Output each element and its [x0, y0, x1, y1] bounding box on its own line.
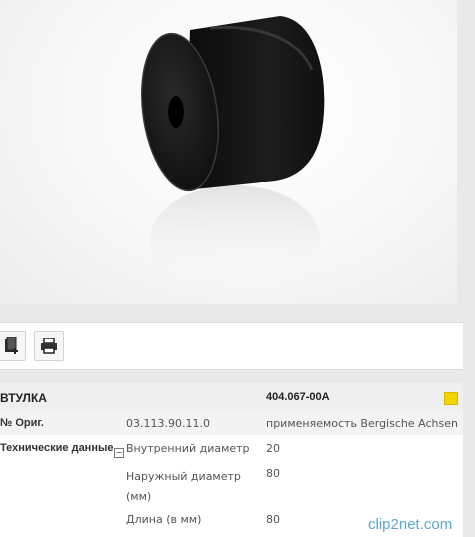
- rubber-bushing-image: [140, 16, 325, 295]
- product-code: 404.067-00A: [266, 391, 330, 403]
- print-button[interactable]: [34, 331, 64, 361]
- flag-icon[interactable]: [444, 392, 458, 405]
- orig-number-row: № Ориг. 03.113.90.11.0 применяемость Ber…: [0, 411, 463, 435]
- product-image: [0, 0, 457, 304]
- applicability-text: применяемость Bergische Achsen: [266, 417, 458, 430]
- product-header: ВТУЛКА 404.067-00A: [0, 383, 463, 411]
- orig-number-label: № Ориг.: [0, 417, 44, 429]
- printer-icon: [41, 338, 57, 354]
- spec-name: Наружный диаметр (мм): [126, 470, 241, 503]
- spec-name: Внутренний диаметр: [126, 442, 250, 455]
- clip2net-watermark: clip2net.com: [368, 516, 453, 533]
- orig-number-value: 03.113.90.11.0: [126, 417, 210, 430]
- product-toolbar: [0, 322, 463, 370]
- product-name: ВТУЛКА: [0, 391, 47, 405]
- add-to-notepad-button[interactable]: [0, 331, 26, 361]
- spec-value: 80: [266, 467, 280, 480]
- product-details: ВТУЛКА 404.067-00A № Ориг. 03.113.90.11.…: [0, 383, 463, 537]
- add-to-notepad-icon: [5, 337, 18, 354]
- collapse-icon[interactable]: −: [114, 448, 124, 458]
- tech-data-label: Технические данные: [0, 442, 114, 454]
- spec-name: Длина (в мм): [126, 513, 202, 526]
- spec-value: 80: [266, 513, 280, 526]
- spec-value: 20: [266, 442, 280, 455]
